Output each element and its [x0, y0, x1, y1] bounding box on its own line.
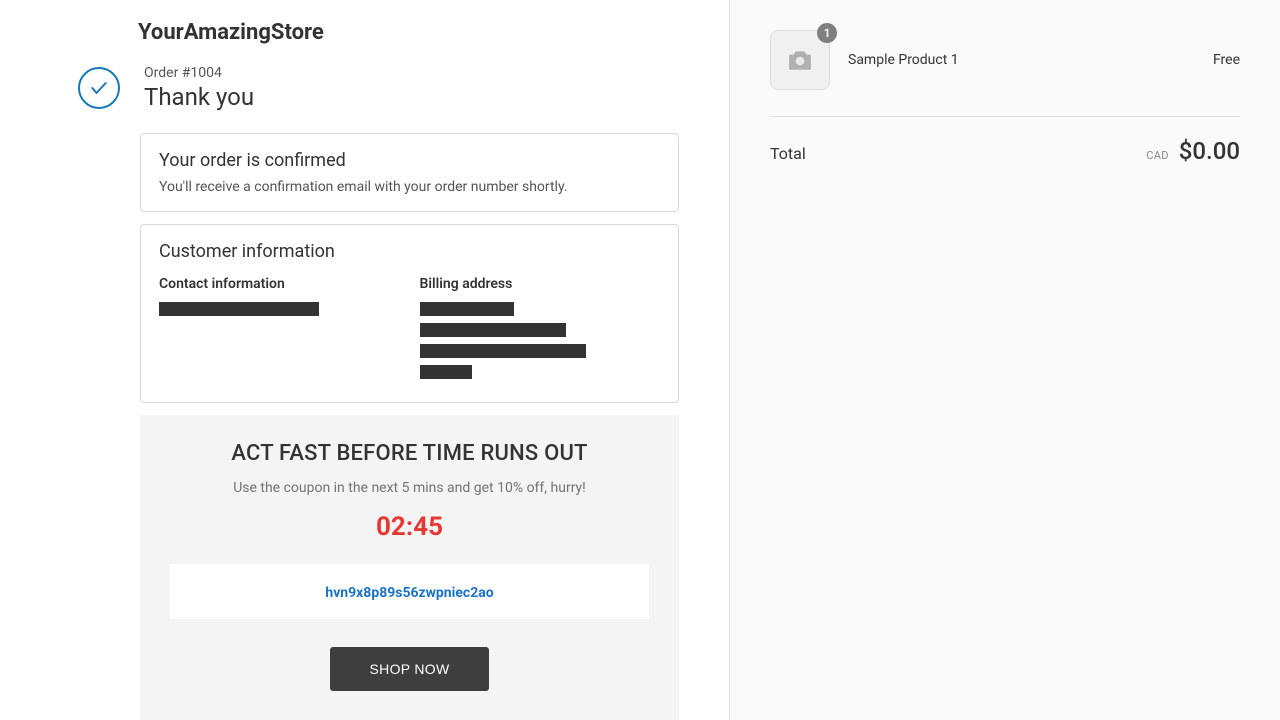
quantity-badge: 1 — [817, 23, 837, 43]
redacted-address-line — [420, 302, 514, 316]
redacted-contact — [159, 302, 319, 316]
contact-info-column: Contact information — [159, 276, 400, 386]
order-confirmed-card: Your order is confirmed You'll receive a… — [140, 133, 679, 212]
cart-line-item: 1 Sample Product 1 Free — [770, 20, 1240, 117]
promo-block: ACT FAST BEFORE TIME RUNS OUT Use the co… — [140, 415, 679, 720]
store-name: YourAmazingStore — [138, 20, 729, 45]
billing-address-column: Billing address — [420, 276, 661, 386]
order-summary-panel: 1 Sample Product 1 Free Total CAD $0.00 — [730, 0, 1280, 720]
promo-headline: ACT FAST BEFORE TIME RUNS OUT — [170, 441, 649, 466]
shop-now-button[interactable]: SHOP NOW — [330, 647, 490, 691]
total-label: Total — [770, 144, 806, 163]
product-name: Sample Product 1 — [848, 52, 1195, 68]
promo-subtext: Use the coupon in the next 5 mins and ge… — [170, 480, 649, 496]
main-content: YourAmazingStore Order #1004 Thank you Y… — [0, 0, 730, 720]
total-amount: $0.00 — [1179, 137, 1240, 165]
checkmark-icon — [78, 67, 120, 109]
customer-info-card: Customer information Contact information… — [140, 224, 679, 403]
coupon-code: hvn9x8p89s56zwpniec2ao — [325, 585, 493, 601]
redacted-address-line — [420, 344, 586, 358]
order-number: Order #1004 — [144, 65, 254, 81]
product-thumbnail: 1 — [770, 30, 830, 90]
thank-you-title: Thank you — [144, 83, 254, 111]
customer-info-title: Customer information — [159, 241, 660, 262]
total-row: Total CAD $0.00 — [770, 117, 1240, 165]
contact-info-label: Contact information — [159, 276, 400, 292]
redacted-address-line — [420, 365, 472, 379]
total-currency: CAD — [1146, 149, 1168, 162]
redacted-address-line — [420, 323, 566, 337]
coupon-box[interactable]: hvn9x8p89s56zwpniec2ao — [170, 564, 649, 619]
product-price: Free — [1213, 52, 1240, 68]
billing-address-label: Billing address — [420, 276, 661, 292]
confirmed-subtext: You'll receive a confirmation email with… — [159, 179, 660, 195]
camera-icon — [787, 49, 813, 71]
confirmed-title: Your order is confirmed — [159, 150, 660, 171]
countdown-timer: 02:45 — [170, 512, 649, 542]
thank-you-header: Order #1004 Thank you — [78, 65, 729, 111]
order-meta: Order #1004 Thank you — [144, 65, 254, 111]
